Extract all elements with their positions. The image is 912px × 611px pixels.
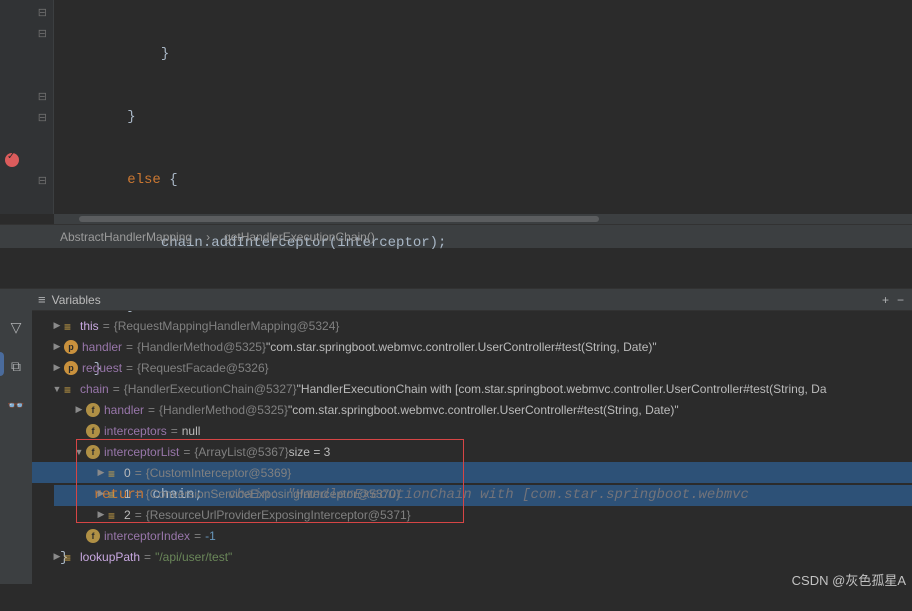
side-tab[interactable]: ller) (0, 352, 4, 376)
variables-panel: ≡ Variables + − this={RequestMappingHand… (32, 289, 912, 584)
field-icon: f (86, 529, 100, 543)
menu-icon[interactable]: ≡ (38, 292, 46, 307)
debug-panel: ▽ ⧉ 👓 ≡ Variables + − this={RequestMappi… (0, 288, 912, 584)
variables-tree[interactable]: this={RequestMappingHandlerMapping@5324}… (32, 311, 912, 584)
editor-gutter: ⊟ ⊟ ⊟ ⊟ ⊟ (0, 0, 54, 214)
breadcrumb-class[interactable]: AbstractHandlerMapping (60, 230, 192, 244)
var-list-item-0[interactable]: 0={CustomInterceptor@5369} (32, 462, 912, 483)
fold-marker[interactable]: ⊟ (38, 174, 47, 187)
horizontal-scrollbar[interactable] (54, 214, 912, 224)
var-interceptorlist[interactable]: f interceptorList={ArrayList@5367} size … (32, 441, 912, 462)
fold-marker[interactable]: ⊟ (38, 90, 47, 103)
var-list-item-1[interactable]: 1={ConversionServiceExposingInterceptor@… (32, 483, 912, 504)
object-icon (108, 509, 120, 521)
watermark: CSDN @灰色孤星A (792, 570, 906, 589)
object-icon (108, 488, 120, 500)
var-list-item-2[interactable]: 2={ResourceUrlProviderExposingIntercepto… (32, 504, 912, 525)
variables-header: ≡ Variables + − (32, 289, 912, 311)
param-icon: p (64, 361, 78, 375)
fold-marker[interactable]: ⊟ (38, 27, 47, 40)
object-icon (108, 467, 120, 479)
object-icon (64, 551, 76, 563)
field-icon: f (86, 424, 100, 438)
add-icon[interactable]: + (882, 293, 889, 307)
var-handler[interactable]: p handler={HandlerMethod@5325} "com.star… (32, 336, 912, 357)
param-icon: p (64, 340, 78, 354)
var-this[interactable]: this={RequestMappingHandlerMapping@5324} (32, 315, 912, 336)
fold-marker[interactable]: ⊟ (38, 6, 47, 19)
fold-marker[interactable]: ⊟ (38, 111, 47, 124)
field-icon: f (86, 445, 100, 459)
object-icon (64, 320, 76, 332)
chevron-right-icon: › (206, 230, 210, 244)
var-request[interactable]: p request={RequestFacade@5326} (32, 357, 912, 378)
glasses-icon[interactable]: 👓 (7, 397, 24, 414)
filter-icon[interactable]: ▽ (11, 319, 22, 336)
debug-toolbar: ▽ ⧉ 👓 (0, 289, 32, 584)
var-chain-handler[interactable]: f handler={HandlerMethod@5325} "com.star… (32, 399, 912, 420)
field-icon: f (86, 403, 100, 417)
editor-area: ⊟ ⊟ ⊟ ⊟ ⊟ } } else { chain.addIntercepto… (0, 0, 912, 214)
breakpoint-icon[interactable] (5, 153, 19, 167)
var-lookuppath[interactable]: lookupPath="/api/user/test" (32, 546, 912, 567)
breadcrumb-method[interactable]: getHandlerExecutionChain() (224, 230, 375, 244)
object-icon (64, 383, 76, 395)
code-editor[interactable]: } } else { chain.addInterceptor(intercep… (54, 0, 912, 214)
var-chain[interactable]: chain={HandlerExecutionChain@5327} "Hand… (32, 378, 912, 399)
copy-icon[interactable]: ⧉ (11, 358, 21, 375)
variables-title: Variables (52, 293, 101, 307)
var-interceptors[interactable]: f interceptors=null (32, 420, 912, 441)
remove-icon[interactable]: − (897, 293, 904, 307)
var-interceptorindex[interactable]: f interceptorIndex=-1 (32, 525, 912, 546)
